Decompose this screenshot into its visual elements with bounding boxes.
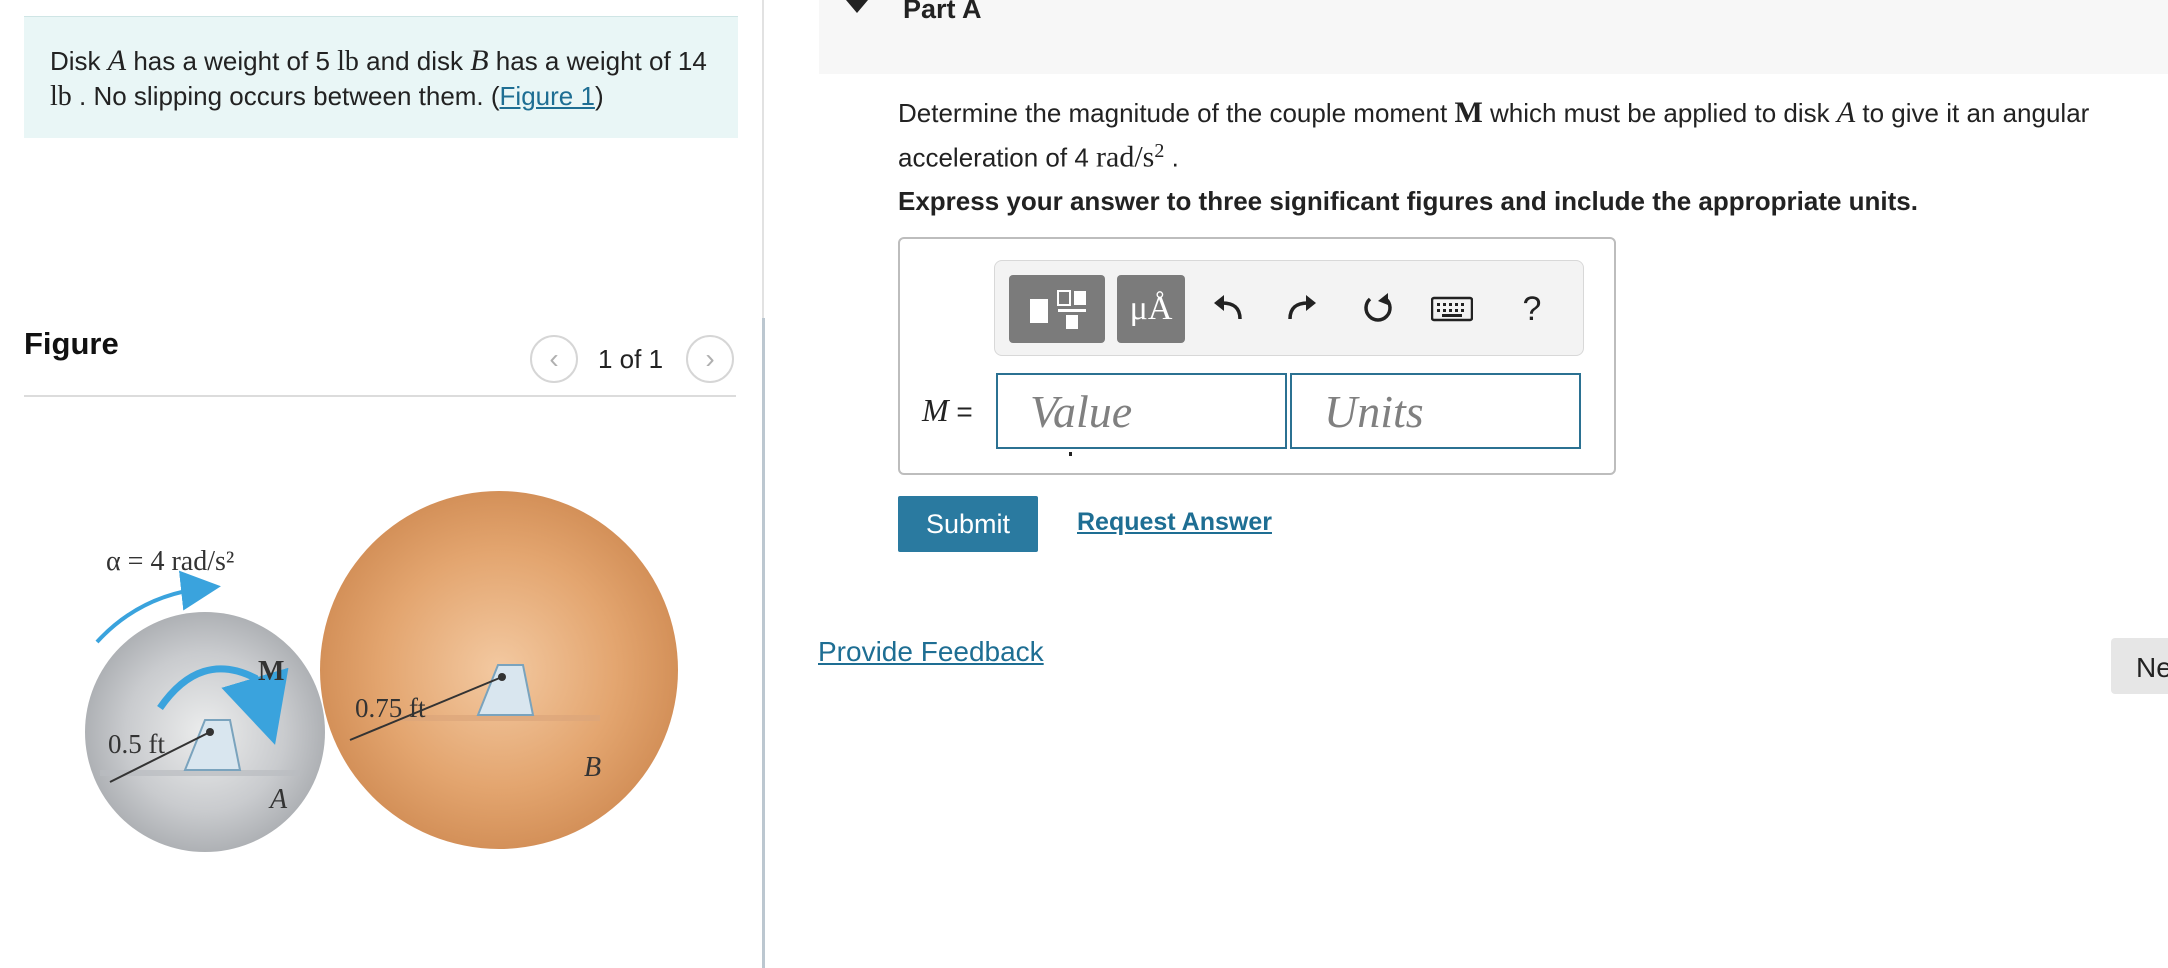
pane-scrollbar[interactable]: [762, 318, 765, 968]
request-answer-link[interactable]: Request Answer: [1077, 508, 1272, 537]
answer-variable-label: M =: [922, 392, 973, 429]
caret-down-icon[interactable]: [846, 0, 868, 13]
equals-sign: =: [948, 396, 973, 427]
problem-text-5: . No slipping occurs between them. (: [71, 81, 500, 111]
redo-button[interactable]: [1277, 281, 1327, 337]
figure-prev-button[interactable]: ‹: [530, 335, 578, 383]
math-toolbar: μÅ ?: [994, 260, 1584, 356]
problem-text-2: has a weight of 5: [126, 46, 338, 76]
figure-image: α = 4 rad/s² M 0.5 ft 0.75 ft A B: [85, 491, 678, 852]
part-title: Part A: [903, 0, 982, 24]
moment-symbol: M: [1454, 96, 1483, 129]
instruction-text: Express your answer to three significant…: [898, 186, 1918, 216]
provide-feedback-link[interactable]: Provide Feedback: [818, 636, 1044, 668]
answer-variable: M: [922, 392, 949, 428]
value-input[interactable]: Value: [996, 373, 1287, 449]
problem-text-6: ): [594, 81, 604, 111]
unit-exponent: 2: [1154, 140, 1165, 162]
chevron-right-icon: ›: [705, 343, 715, 374]
reset-icon: [1364, 293, 1392, 322]
figure-divider: [24, 395, 736, 397]
undo-icon: [1214, 295, 1242, 320]
units-button[interactable]: μÅ: [1117, 275, 1185, 343]
figure-link[interactable]: Figure 1: [500, 81, 595, 111]
problem-text-1: Disk: [50, 46, 108, 76]
disk-b-label: B: [584, 752, 601, 783]
keyboard-icon: [1431, 296, 1473, 322]
alpha-label: α = 4 rad/s²: [106, 546, 234, 577]
question-text: Determine the magnitude of the couple mo…: [898, 94, 2148, 177]
radius-b-label: 0.75 ft: [355, 693, 426, 723]
text-cursor: [1069, 452, 1072, 456]
units-input[interactable]: Units: [1290, 373, 1581, 449]
templates-icon: [1030, 290, 1086, 329]
disk-symbol: A: [1836, 96, 1856, 129]
problem-statement: Disk A has a weight of 5 lb and disk B h…: [24, 16, 738, 138]
disk-a-var: A: [107, 44, 127, 77]
radius-a-label: 0.5 ft: [108, 729, 165, 759]
question-text-1: Determine the magnitude of the couple mo…: [898, 98, 1455, 128]
templates-button[interactable]: [1009, 275, 1105, 343]
keyboard-button[interactable]: [1427, 281, 1477, 337]
figure-heading: Figure: [24, 326, 119, 361]
figure-next-button[interactable]: ›: [686, 335, 734, 383]
unit-lb-1: lb: [337, 46, 359, 77]
reset-button[interactable]: [1353, 281, 1403, 337]
disk-b-var: B: [470, 44, 489, 77]
problem-text-4: has a weight of 14: [488, 46, 707, 76]
undo-button[interactable]: [1203, 281, 1253, 337]
next-button[interactable]: Ne: [2111, 638, 2168, 694]
submit-button[interactable]: Submit: [898, 496, 1038, 552]
unit-rad-s: rad/s: [1096, 140, 1155, 174]
disk-a-label: A: [268, 784, 288, 815]
problem-text-3: and disk: [358, 46, 471, 76]
part-header: [819, 0, 2168, 74]
redo-icon: [1288, 295, 1316, 320]
figure-counter: 1 of 1: [598, 344, 664, 374]
chevron-left-icon: ‹: [549, 343, 559, 374]
unit-lb-2: lb: [50, 81, 72, 112]
question-text-4: .: [1164, 142, 1179, 173]
moment-label: M: [258, 656, 284, 687]
help-button[interactable]: ?: [1507, 281, 1557, 337]
question-text-2: which must be applied to disk: [1482, 98, 1837, 128]
